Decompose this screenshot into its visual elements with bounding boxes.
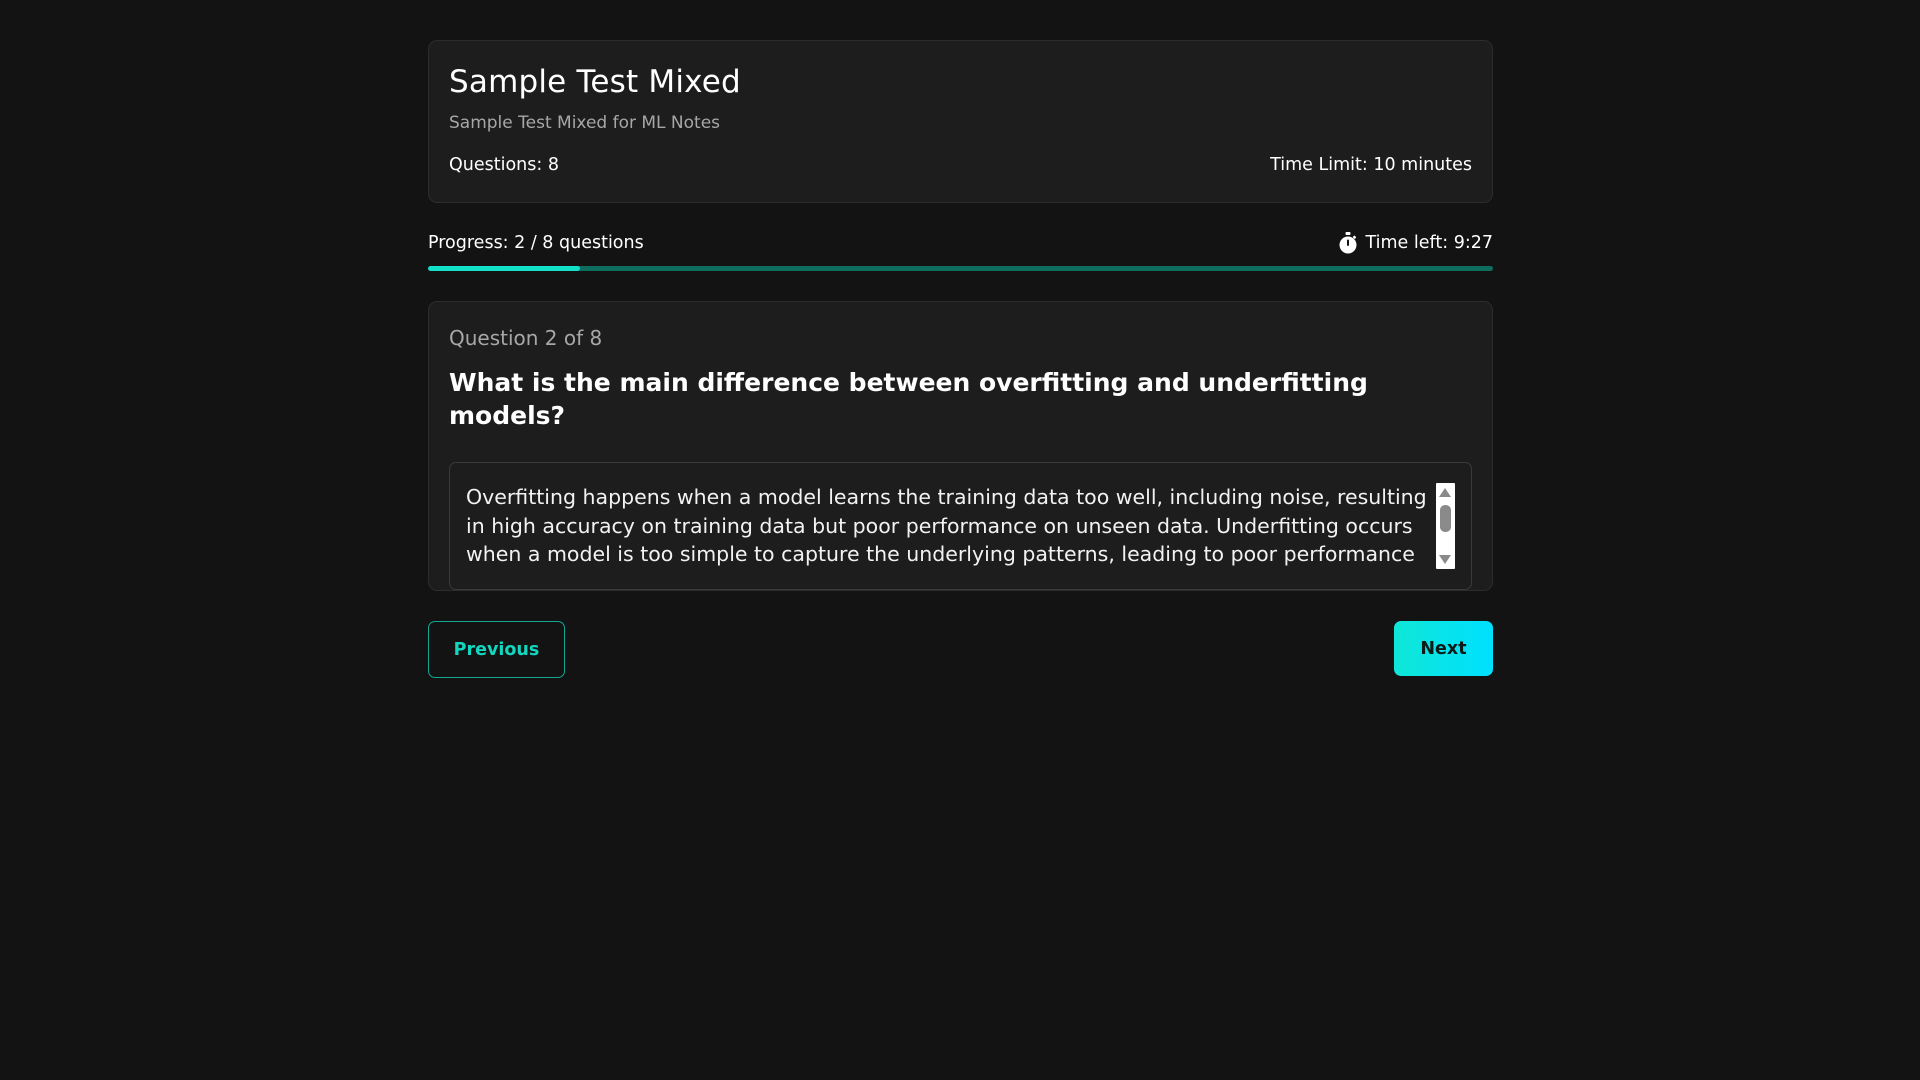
test-header-card: Sample Test Mixed Sample Test Mixed for … [428, 40, 1493, 203]
question-card: Question 2 of 8 What is the main differe… [428, 301, 1493, 591]
answer-textarea[interactable]: Overfitting happens when a model learns … [449, 462, 1472, 590]
progress-bar [428, 266, 1493, 271]
time-limit: Time Limit: 10 minutes [1270, 155, 1472, 176]
stopwatch-icon [1338, 232, 1358, 254]
previous-button[interactable]: Previous [428, 621, 565, 678]
question-counter: Question 2 of 8 [449, 326, 603, 350]
scroll-down-arrow-icon[interactable] [1439, 555, 1451, 564]
test-description: Sample Test Mixed for ML Notes [449, 113, 721, 134]
next-button[interactable]: Next [1394, 621, 1493, 676]
progress-row: Progress: 2 / 8 questions Time left: 9:2… [428, 232, 1493, 254]
progress-label: Progress: 2 / 8 questions [428, 233, 644, 253]
navigation-row: Previous Next [428, 621, 1493, 678]
scroll-up-arrow-icon[interactable] [1439, 488, 1451, 497]
time-left: Time left: 9:27 [1365, 233, 1494, 253]
answer-scrollbar[interactable] [1436, 483, 1455, 569]
question-text: What is the main difference between over… [449, 368, 1368, 430]
questions-count: Questions: 8 [449, 155, 559, 176]
test-meta-row: Questions: 8 Time Limit: 10 minutes [449, 155, 1472, 175]
answer-text[interactable]: Overfitting happens when a model learns … [466, 483, 1431, 569]
progress-bar-fill [428, 266, 581, 271]
test-title: Sample Test Mixed [449, 64, 741, 100]
scrollbar-thumb[interactable] [1440, 505, 1451, 532]
test-container: Sample Test Mixed Sample Test Mixed for … [428, 40, 1493, 678]
timer: Time left: 9:27 [1338, 232, 1494, 254]
